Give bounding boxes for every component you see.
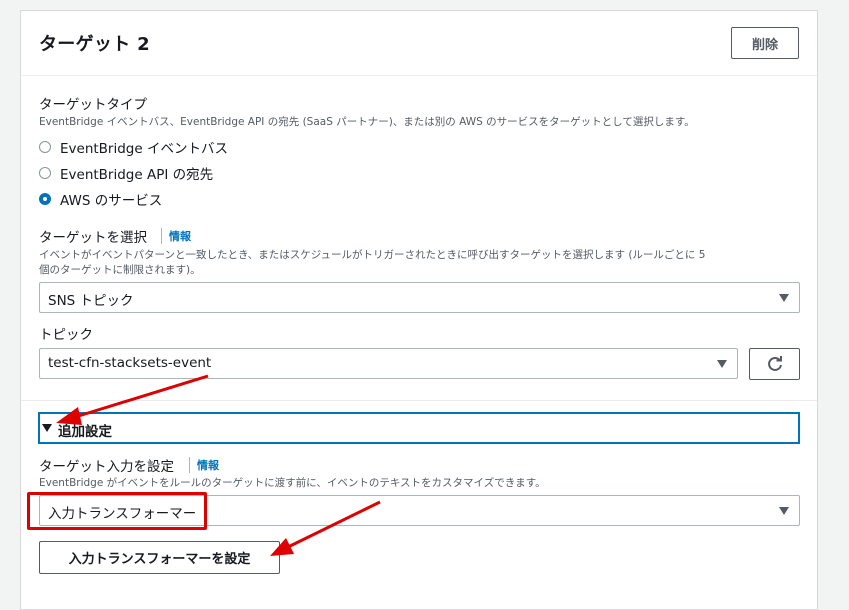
panel-title: ターゲット 2: [39, 34, 150, 55]
select-target-label: ターゲットを選択: [39, 230, 147, 246]
radio-button[interactable]: [39, 167, 51, 179]
target-input-label: ターゲット入力を設定: [39, 459, 174, 475]
radio-eventbridge-bus[interactable]: EventBridge イベントバス: [39, 137, 228, 157]
additional-settings-expander[interactable]: 追加設定: [38, 412, 800, 444]
topic-select-value: test-cfn-stacksets-event: [48, 355, 212, 371]
select-target-description-1: イベントがイベントパターンと一致したとき、またはスケジュールがトリガーされたとき…: [39, 249, 706, 261]
panel-header: ターゲット 2 削除: [21, 11, 817, 76]
refresh-icon: [767, 356, 782, 371]
select-target-description-2: 個のターゲットに制限されます)。: [39, 264, 201, 276]
radio-button-selected[interactable]: [39, 193, 51, 205]
radio-label: EventBridge API の宛先: [60, 167, 214, 183]
topic-label: トピック: [39, 327, 93, 343]
radio-label: EventBridge イベントバス: [60, 141, 228, 157]
radio-eventbridge-api[interactable]: EventBridge API の宛先: [39, 163, 213, 183]
target-input-info-link[interactable]: 情報: [189, 457, 219, 473]
caret-down-icon: [779, 294, 789, 302]
refresh-button[interactable]: [749, 348, 800, 380]
caret-down-icon: [717, 360, 727, 368]
radio-button[interactable]: [39, 141, 51, 153]
additional-settings-label: 追加設定: [58, 424, 112, 440]
highlight-box: [27, 492, 207, 530]
target-type-label: ターゲットタイプ: [39, 97, 147, 113]
radio-label: AWS のサービス: [60, 193, 163, 209]
target-select[interactable]: SNS トピック: [39, 282, 800, 313]
target-input-description: EventBridge がイベントをルールのターゲットに渡す前に、イベントのテキ…: [39, 477, 546, 489]
radio-aws-service[interactable]: AWS のサービス: [39, 189, 162, 209]
section-divider: [21, 400, 817, 401]
select-target-info-link[interactable]: 情報: [161, 228, 191, 244]
configure-input-transformer-button[interactable]: 入力トランスフォーマーを設定: [39, 541, 280, 574]
topic-select[interactable]: test-cfn-stacksets-event: [39, 348, 738, 379]
caret-down-icon: [779, 507, 789, 515]
delete-button[interactable]: 削除: [731, 27, 799, 59]
target-select-value: SNS トピック: [48, 293, 134, 309]
caret-down-icon: [42, 424, 52, 432]
target-type-description: EventBridge イベントバス、EventBridge API の宛先 (…: [39, 116, 695, 128]
